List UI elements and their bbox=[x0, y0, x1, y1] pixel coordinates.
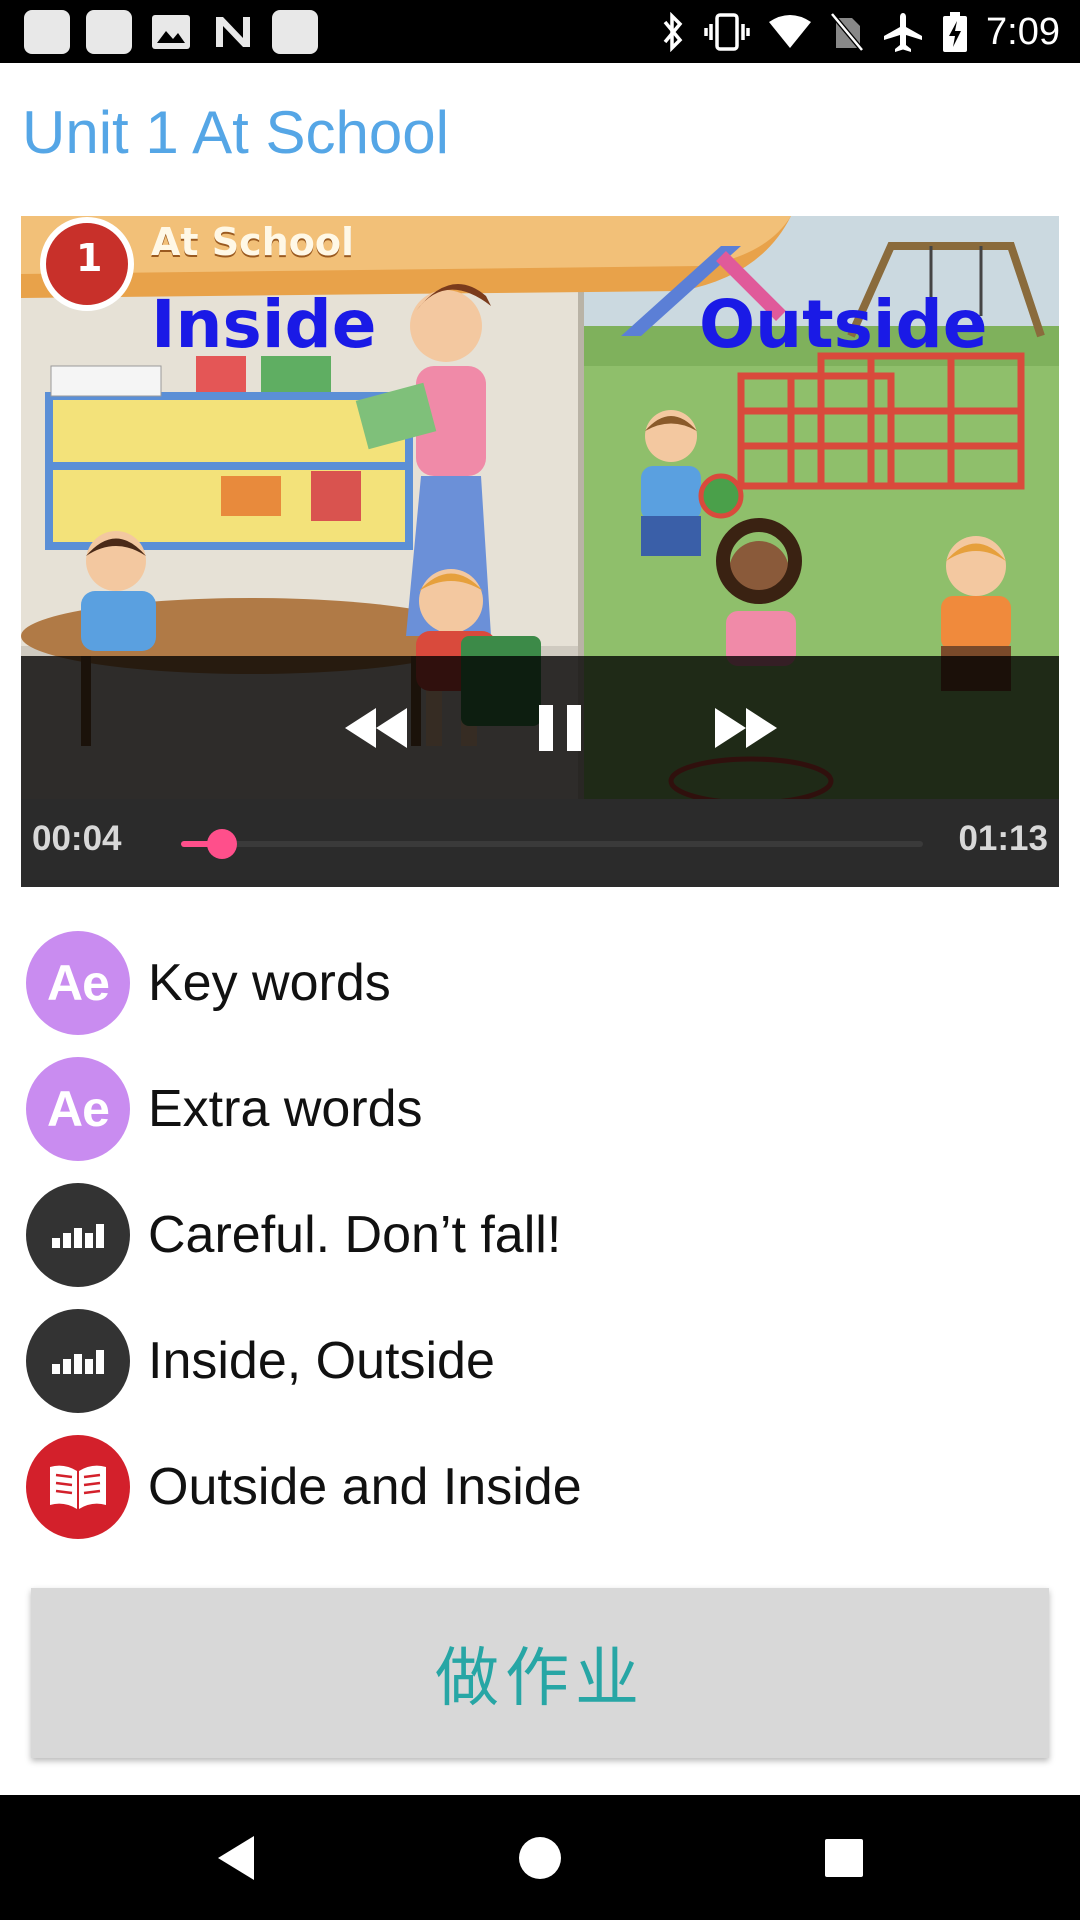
scene-badge-title: At School bbox=[151, 220, 354, 264]
navigation-bar bbox=[0, 1795, 1080, 1920]
do-homework-button[interactable]: 做作业 bbox=[31, 1588, 1049, 1758]
status-bar: 7:09 bbox=[0, 0, 1080, 63]
list-item-careful[interactable]: Careful. Don’t fall! bbox=[0, 1172, 1080, 1298]
current-time: 00:04 bbox=[32, 819, 122, 858]
progress-thumb[interactable] bbox=[206, 829, 237, 859]
fast-forward-button[interactable] bbox=[691, 656, 801, 799]
scene-label-inside: Inside bbox=[151, 286, 377, 363]
n-logo-icon bbox=[210, 10, 256, 54]
list-item-label: Outside and Inside bbox=[148, 1458, 582, 1516]
rewind-button[interactable] bbox=[321, 656, 431, 799]
vibrate-icon bbox=[704, 13, 750, 51]
no-sim-icon bbox=[830, 12, 864, 52]
scene-label-outside: Outside bbox=[699, 286, 988, 363]
rewind-icon bbox=[345, 707, 407, 748]
recents-button[interactable] bbox=[784, 1795, 904, 1920]
pause-button[interactable] bbox=[505, 656, 615, 799]
list-item-label: Inside, Outside bbox=[148, 1332, 495, 1390]
back-icon bbox=[218, 1835, 254, 1880]
ae-icon: Ae bbox=[26, 1057, 130, 1161]
player-controls bbox=[21, 656, 1059, 799]
list-item-label: Careful. Don’t fall! bbox=[148, 1206, 562, 1264]
clock: 7:09 bbox=[986, 10, 1060, 53]
video-player[interactable]: 1 At School Inside Outside 00:04 01:13 bbox=[21, 216, 1059, 887]
notification-square-icon bbox=[272, 10, 318, 54]
open-book-icon bbox=[26, 1435, 130, 1539]
airplane-mode-icon bbox=[884, 13, 923, 52]
list-item-inside-outside[interactable]: Inside, Outside bbox=[0, 1298, 1080, 1424]
home-button[interactable] bbox=[480, 1795, 600, 1920]
lesson-list: Ae Key words Ae Extra words Careful. Don… bbox=[0, 920, 1080, 1550]
pause-icon bbox=[539, 704, 581, 751]
notification-square-icon bbox=[86, 10, 132, 54]
bluetooth-icon bbox=[663, 12, 683, 52]
recents-icon bbox=[825, 1838, 863, 1877]
home-icon bbox=[519, 1836, 561, 1879]
list-item-key-words[interactable]: Ae Key words bbox=[0, 920, 1080, 1046]
audio-bars-icon bbox=[26, 1309, 130, 1413]
fast-forward-icon bbox=[715, 707, 777, 748]
page-title: Unit 1 At School bbox=[22, 99, 449, 166]
list-item-label: Key words bbox=[148, 954, 391, 1012]
duration: 01:13 bbox=[958, 819, 1048, 858]
list-item-extra-words[interactable]: Ae Extra words bbox=[0, 1046, 1080, 1172]
do-homework-label: 做作业 bbox=[435, 1642, 645, 1716]
image-icon bbox=[148, 10, 194, 54]
list-item-label: Extra words bbox=[148, 1080, 423, 1138]
list-item-outside-and-inside[interactable]: Outside and Inside bbox=[0, 1424, 1080, 1550]
notification-icons bbox=[24, 10, 318, 54]
battery-charging-icon bbox=[943, 12, 968, 52]
audio-bars-icon bbox=[26, 1183, 130, 1287]
back-button[interactable] bbox=[176, 1795, 296, 1920]
wifi-icon bbox=[769, 15, 812, 48]
seek-bar: 00:04 01:13 bbox=[21, 799, 1059, 887]
ae-icon: Ae bbox=[26, 931, 130, 1035]
progress-track[interactable] bbox=[181, 829, 923, 859]
notification-square-icon bbox=[24, 10, 70, 54]
scene-badge-number: 1 bbox=[76, 236, 103, 280]
